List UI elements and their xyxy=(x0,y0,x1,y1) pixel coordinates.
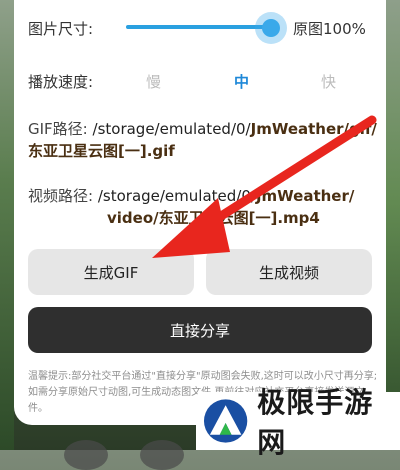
video-path-line1: 视频路径: /storage/emulated/0/JmWeather/ xyxy=(28,185,354,206)
video-path-folder: JmWeather/ xyxy=(255,187,355,205)
watermark: 极限手游网 xyxy=(196,386,400,459)
gif-path-line1: GIF路径: /storage/emulated/0/JmWeather/gif… xyxy=(28,118,377,139)
generate-gif-button[interactable]: 生成GIF xyxy=(28,249,194,295)
size-slider-track[interactable] xyxy=(126,25,272,29)
video-path-folder2: video/ xyxy=(107,209,159,227)
gif-path-filename: 东亚卫星云图[一].gif xyxy=(28,142,175,160)
gif-path-label: GIF路径: xyxy=(28,120,88,138)
bottom-overlay-bubble xyxy=(140,440,184,470)
share-directly-button[interactable]: 直接分享 xyxy=(28,307,372,353)
size-slider-thumb[interactable] xyxy=(262,19,281,37)
video-path-filename: 东亚卫星云图[一].mp4 xyxy=(158,209,320,227)
bottom-overlay-bubble xyxy=(64,440,108,470)
speed-option-fast[interactable]: 快 xyxy=(321,71,336,92)
video-path-label: 视频路径: xyxy=(28,187,94,205)
watermark-logo-icon xyxy=(203,399,248,443)
gif-path-prefix: /storage/emulated/0/ xyxy=(92,120,251,138)
gif-path-line2: 东亚卫星云图[一].gif xyxy=(28,140,175,161)
background-left-edge xyxy=(0,0,14,450)
generate-video-button[interactable]: 生成视频 xyxy=(206,249,372,295)
size-value: 原图100% xyxy=(293,20,366,38)
speed-option-slow[interactable]: 慢 xyxy=(146,71,161,92)
size-label: 图片尺寸: xyxy=(28,20,94,38)
watermark-text: 极限手游网 xyxy=(257,386,374,459)
video-path-line2: video/东亚卫星云图[一].mp4 xyxy=(107,207,320,228)
speed-option-medium[interactable]: 中 xyxy=(234,71,249,92)
video-path-prefix: /storage/emulated/0/ xyxy=(97,187,256,205)
speed-label: 播放速度: xyxy=(28,73,94,91)
gif-path-folder: JmWeather/gif/ xyxy=(250,120,377,138)
